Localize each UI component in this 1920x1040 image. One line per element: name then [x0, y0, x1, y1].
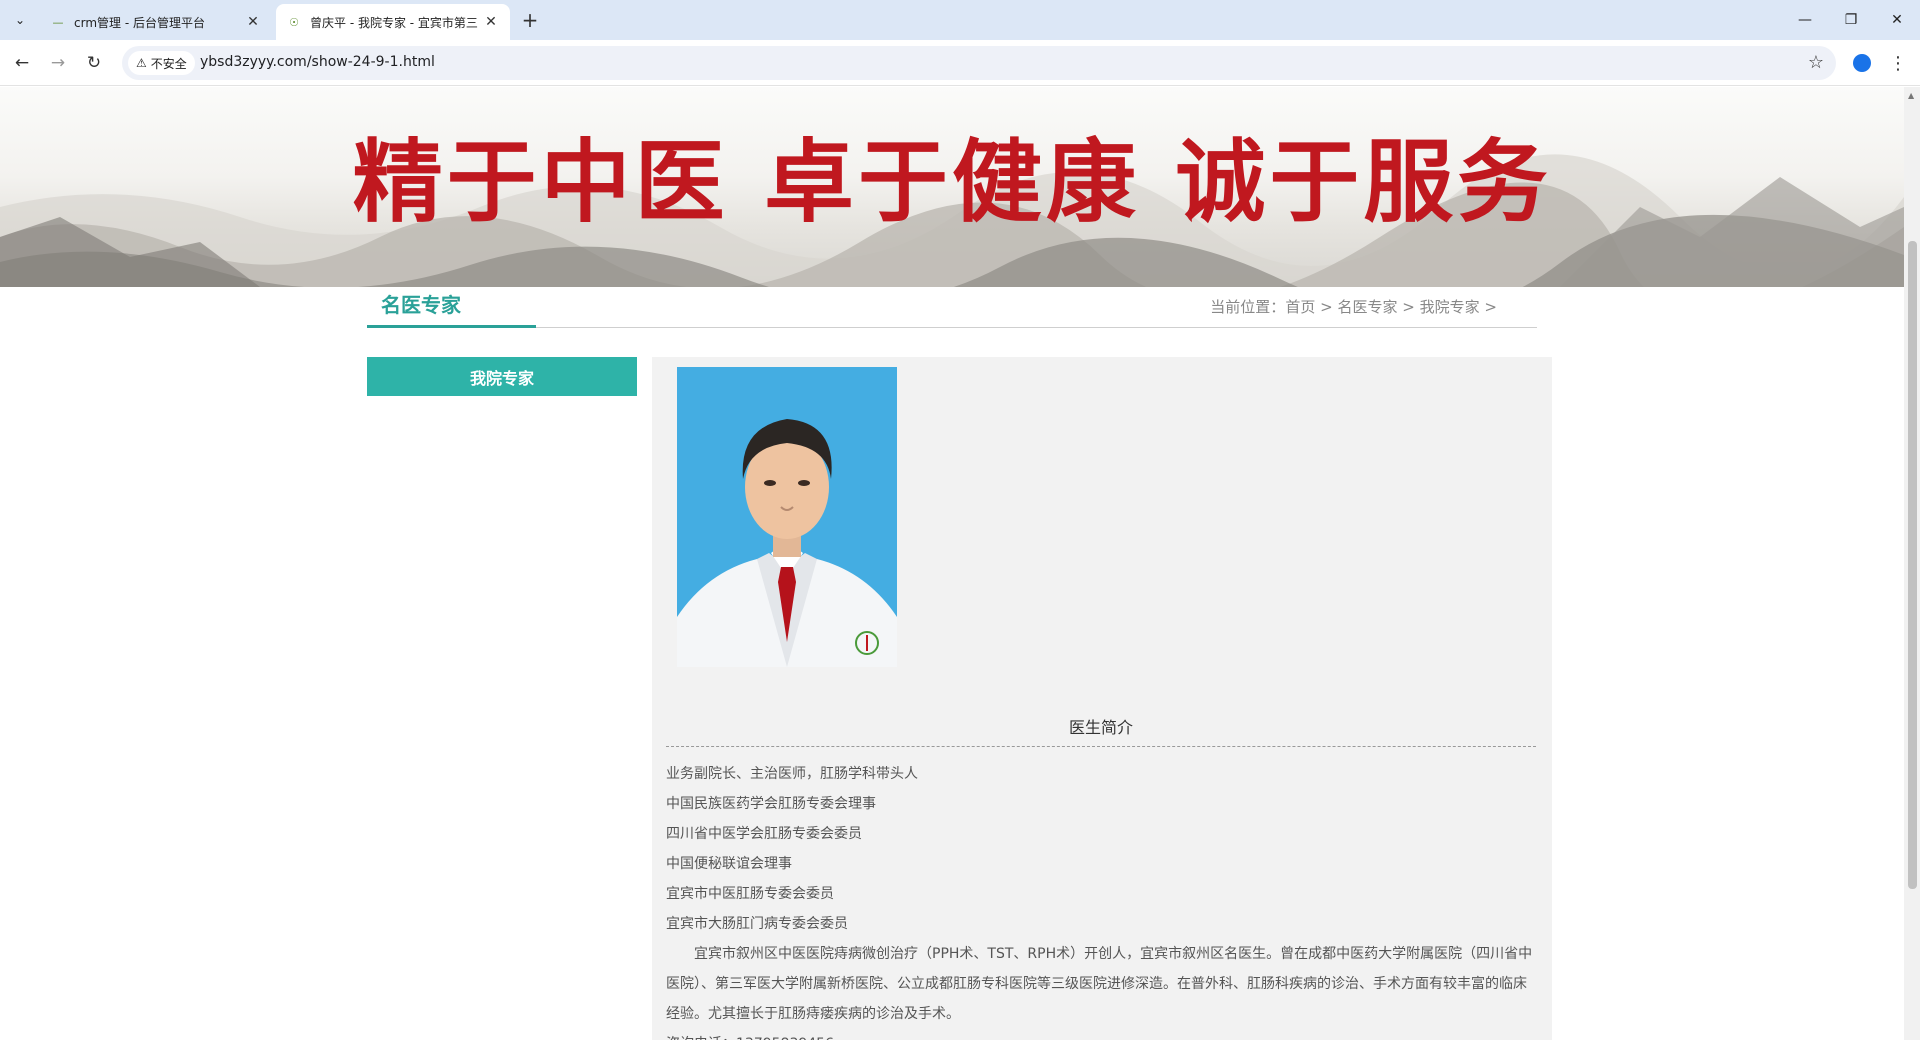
bio-paragraph: 宜宾市叙州区中医医院痔病微创治疗（PPH术、TST、RPH术）开创人，宜宾市叙州… [666, 946, 1533, 1022]
tab-doctor-page[interactable]: ☉ 曾庆平 - 我院专家 - 宜宾市第三 ✕ [276, 4, 510, 40]
breadcrumb-separator: > [1402, 298, 1415, 316]
bio-line: 宜宾市中医肛肠专委会委员 [666, 886, 834, 902]
kebab-menu-icon[interactable]: ⋮ [1884, 49, 1912, 77]
page-scrollbar[interactable]: ▲ [1904, 87, 1920, 1040]
arrow-left-icon[interactable]: ← [8, 49, 36, 77]
doctor-bio: 业务副院长、主治医师，肛肠学科带头人 中国民族医药学会肛肠专委会理事 四川省中医… [666, 759, 1536, 1040]
close-tab-icon[interactable]: ✕ [244, 13, 262, 31]
bio-line: 四川省中医学会肛肠专委会委员 [666, 826, 862, 842]
tab-search-chevron-down-icon[interactable]: ⌄ [8, 8, 32, 32]
crm-favicon-icon: — [52, 15, 64, 29]
intro-heading: 医生简介 [666, 717, 1536, 747]
breadcrumb-link-home[interactable]: 首页 [1285, 298, 1315, 316]
bio-line: 中国便秘联谊会理事 [666, 856, 792, 872]
banner-slogan: 精于中医 卓于健康 诚于服务 [352, 130, 1552, 235]
arrow-right-icon[interactable]: → [44, 49, 72, 77]
tab-crm[interactable]: — crm管理 - 后台管理平台 ✕ [40, 4, 272, 40]
scrollbar-thumb[interactable] [1908, 241, 1917, 889]
tab-title: 曾庆平 - 我院专家 - 宜宾市第三 [310, 15, 478, 30]
close-tab-icon[interactable]: ✕ [482, 13, 500, 31]
sidebar-item-our-experts[interactable]: 我院专家 [367, 357, 637, 396]
breadcrumb-link-our-experts[interactable]: 我院专家 [1420, 298, 1480, 316]
bio-line: 中国民族医药学会肛肠专委会理事 [666, 796, 876, 812]
minimize-icon[interactable]: — [1782, 0, 1828, 40]
new-tab-plus-icon[interactable]: + [518, 8, 542, 32]
security-chip[interactable]: ⚠ 不安全 [128, 51, 195, 75]
scroll-up-arrow-icon[interactable]: ▲ [1908, 91, 1914, 100]
reload-icon[interactable]: ↻ [80, 49, 108, 77]
tab-title: crm管理 - 后台管理平台 [74, 15, 205, 30]
breadcrumb-separator: > [1484, 298, 1497, 316]
breadcrumb-prefix: 当前位置： [1210, 298, 1286, 316]
breadcrumb-separator: > [1320, 298, 1333, 316]
profile-avatar-icon[interactable] [1848, 49, 1876, 77]
bio-line: 宜宾市大肠肛门病专委会委员 [666, 916, 848, 932]
doctor-photo [677, 367, 897, 667]
breadcrumb-link-experts[interactable]: 名医专家 [1337, 298, 1397, 316]
breadcrumb: 当前位置：首页 > 名医专家 > 我院专家 > [1210, 296, 1497, 317]
slogan-banner: 精于中医 卓于健康 诚于服务 [0, 87, 1904, 287]
section-title: 名医专家 [367, 287, 536, 328]
close-window-icon[interactable]: ✕ [1874, 0, 1920, 40]
restore-window-icon[interactable]: ❐ [1828, 0, 1874, 40]
bio-line: 业务副院长、主治医师，肛肠学科带头人 [666, 766, 918, 782]
contact-phone: 咨询电话：13795839456 [666, 1029, 1536, 1040]
page-viewport: 精于中医 卓于健康 诚于服务 名医专家 当前位置：首页 > 名医专家 > 我院专… [0, 87, 1904, 1040]
security-label: 不安全 [150, 56, 187, 71]
doctor-detail-panel: 医生简介 业务副院长、主治医师，肛肠学科带头人 中国民族医药学会肛肠专委会理事 … [652, 357, 1552, 1040]
site-favicon-icon: ☉ [289, 15, 299, 29]
tab-strip: ⌄ — crm管理 - 后台管理平台 ✕ ☉ 曾庆平 - 我院专家 - 宜宾市第… [0, 0, 1920, 40]
star-icon[interactable]: ☆ [1808, 52, 1824, 73]
address-bar[interactable]: ⚠ 不安全 ybsd3zyyy.com/show-24-9-1.html ☆ [122, 46, 1836, 80]
browser-toolbar: ← → ↻ ⚠ 不安全 ybsd3zyyy.com/show-24-9-1.ht… [0, 40, 1920, 86]
warning-triangle-icon: ⚠ [136, 56, 147, 70]
url-text[interactable]: ybsd3zyyy.com/show-24-9-1.html [200, 54, 435, 70]
section-header: 名医专家 当前位置：首页 > 名医专家 > 我院专家 > [367, 287, 1537, 328]
